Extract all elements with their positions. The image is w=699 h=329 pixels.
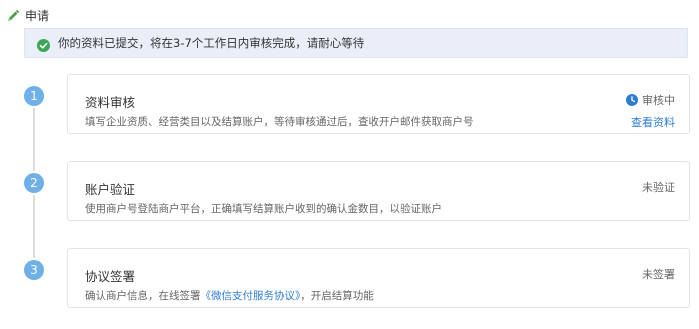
- step-title: 资料审核: [85, 95, 136, 110]
- step-status-text: 未验证: [642, 181, 675, 194]
- page-header: 申请: [6, 5, 49, 25]
- service-agreement-link[interactable]: 《微信支付服务协议》: [201, 290, 301, 302]
- step-status-text: 未签署: [642, 268, 675, 281]
- step-description: 使用商户号登陆商户平台，正确填写结算账户收到的确认金数目，以验证账户: [85, 203, 442, 215]
- clock-icon: [626, 94, 638, 106]
- step-number-2: 2: [24, 173, 44, 193]
- step-number-3: 3: [24, 260, 44, 280]
- step-description: 填写企业资质、经营类目以及结算账户，等待审核通过后，查收开户邮件获取商户号: [85, 116, 474, 128]
- step-title: 协议签署: [85, 269, 136, 284]
- page-title: 申请: [25, 8, 50, 23]
- step-title: 账户验证: [85, 182, 136, 197]
- check-circle-icon: [37, 37, 50, 52]
- step-status: 审核中: [626, 92, 675, 108]
- notice-text: 你的资料已提交，将在3-7个工作日内审核完成，请耐心等待: [58, 36, 365, 50]
- step-status: 未验证: [642, 179, 675, 195]
- description-prefix: 确认商户信息，在线签署: [85, 290, 201, 302]
- pencil-icon: [6, 8, 20, 22]
- view-materials-link[interactable]: 查看资料: [631, 114, 675, 130]
- step-card-review: 资料审核 填写企业资质、经营类目以及结算账户，等待审核通过后，查收开户邮件获取商…: [67, 74, 690, 134]
- step-number-1: 1: [24, 86, 44, 106]
- submission-notice: 你的资料已提交，将在3-7个工作日内审核完成，请耐心等待: [24, 28, 688, 58]
- step-status-text: 审核中: [642, 94, 675, 107]
- step-description: 确认商户信息，在线签署《微信支付服务协议》，开启结算功能: [85, 288, 374, 303]
- application-page: 申请 你的资料已提交，将在3-7个工作日内审核完成，请耐心等待 1 资料审核 填…: [0, 0, 699, 329]
- step-card-agreement: 协议签署 确认商户信息，在线签署《微信支付服务协议》，开启结算功能 未签署: [67, 248, 690, 308]
- step-status: 未签署: [642, 266, 675, 282]
- description-suffix: ，开启结算功能: [300, 290, 374, 302]
- step-card-verification: 账户验证 使用商户号登陆商户平台，正确填写结算账户收到的确认金数目，以验证账户 …: [67, 161, 690, 221]
